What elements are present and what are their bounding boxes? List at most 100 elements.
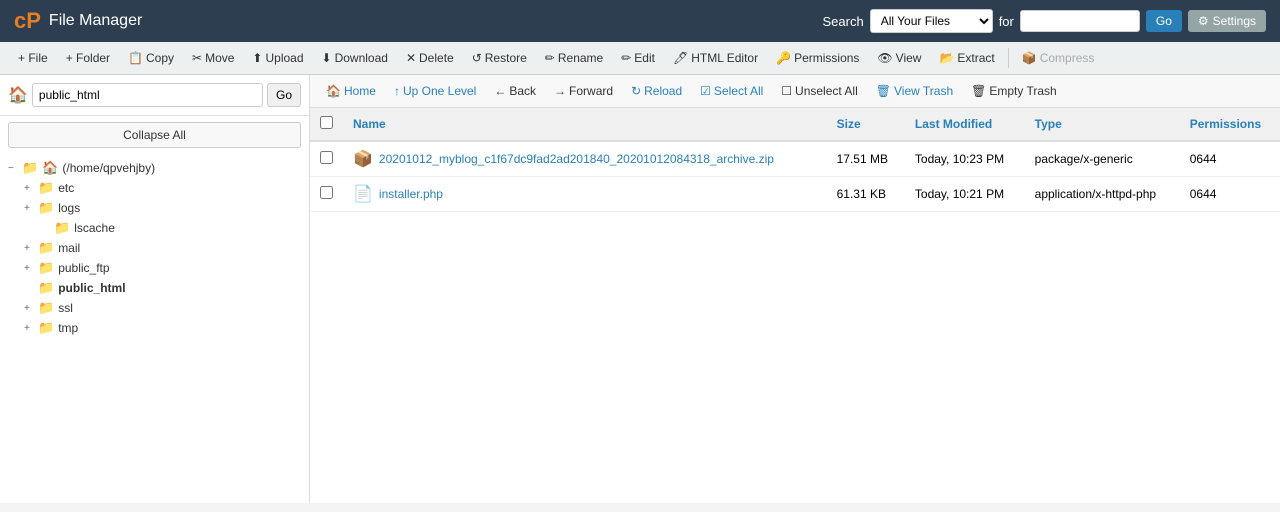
view-button[interactable]: 👁 View [869,47,929,69]
row-size-1: 61.31 KB [827,177,905,212]
tree-item-tmp[interactable]: + 📁 tmp [24,318,301,338]
column-name[interactable]: Name [343,108,827,141]
search-label: Search [822,14,863,29]
tree-label-lscache: lscache [74,221,115,235]
row-modified-1: Today, 10:21 PM [905,177,1025,212]
file-name-link-0[interactable]: 20201012_myblog_c1f67dc9fad2ad201840_202… [379,152,774,166]
sidebar-search: 🏠 Go [0,75,309,116]
sidebar: 🏠 Go Collapse All − 📁 🏠 (/home/qpvehjby)… [0,75,310,503]
cpanel-logo: cP [14,8,41,34]
new-file-button[interactable]: + File [10,47,56,69]
table-row: 📄 installer.php 61.31 KB Today, 10:21 PM… [310,177,1280,212]
toolbar: + File + Folder 📋 Copy ✂ Move ⬆ Upload ⬇… [0,42,1280,75]
row-permissions-1: 0644 [1180,177,1280,212]
tree-children-root: + 📁 etc + 📁 logs 📁 lscache [8,178,301,338]
rename-button[interactable]: ✏ Rename [537,47,611,69]
row-type-0: package/x-generic [1025,141,1180,177]
move-button[interactable]: ✂ Move [184,47,242,69]
select-all-checkbox-header[interactable] [310,108,343,141]
main-layout: 🏠 Go Collapse All − 📁 🏠 (/home/qpvehjby)… [0,75,1280,503]
tree-toggle-public-ftp: + [24,263,34,274]
column-size[interactable]: Size [827,108,905,141]
tree-children-logs: 📁 lscache [24,218,301,238]
public-html-folder-icon: 📁 [38,280,54,296]
tree-item-root[interactable]: − 📁 🏠 (/home/qpvehjby) [8,158,301,178]
file-icon-0: 📦 [353,149,373,169]
file-tree: − 📁 🏠 (/home/qpvehjby) + 📁 etc + 📁 logs [0,154,309,503]
row-modified-0: Today, 10:23 PM [905,141,1025,177]
row-permissions-0: 0644 [1180,141,1280,177]
row-checkbox-0[interactable] [310,141,343,177]
search-for-label: for [999,14,1014,29]
mail-folder-icon: 📁 [38,240,54,256]
edit-button[interactable]: ✏ Edit [613,47,663,69]
html-editor-button[interactable]: 🖊 HTML Editor [665,47,766,69]
search-scope-select[interactable]: All Your Files File Names Only File Cont… [870,9,993,33]
home-button[interactable]: 🏠 Home [318,80,384,102]
public-ftp-folder-icon: 📁 [38,260,54,276]
empty-trash-button[interactable]: 🗑 Empty Trash [963,80,1065,102]
tree-item-public-ftp[interactable]: + 📁 public_ftp [24,258,301,278]
tree-item-ssl[interactable]: + 📁 ssl [24,298,301,318]
tree-toggle-etc: + [24,183,34,194]
tree-item-lscache[interactable]: 📁 lscache [40,218,301,238]
upload-button[interactable]: ⬆ Upload [244,47,311,69]
download-button[interactable]: ⬇ Download [314,47,396,69]
row-checkbox-1[interactable] [310,177,343,212]
settings-button[interactable]: ⚙ Settings [1188,10,1266,32]
file-table: Name Size Last Modified Type Permissions… [310,108,1280,503]
tree-label-logs: logs [58,201,80,215]
select-all-button[interactable]: ☑ Select All [692,80,771,102]
column-type[interactable]: Type [1025,108,1180,141]
root-folder-icon: 📁 [22,160,38,176]
tree-item-public-html[interactable]: 📁 public_html [24,278,301,298]
tree-toggle-mail: + [24,243,34,254]
sidebar-go-button[interactable]: Go [267,83,301,107]
tree-item-etc[interactable]: + 📁 etc [24,178,301,198]
logs-folder-icon: 📁 [38,200,54,216]
back-button[interactable]: ← Back [486,80,544,102]
tmp-folder-icon: 📁 [38,320,54,336]
view-trash-button[interactable]: 🗑 View Trash [868,80,961,102]
delete-button[interactable]: ✕ Delete [398,47,462,69]
tree-toggle-logs: + [24,203,34,214]
up-one-level-button[interactable]: ↑ Up One Level [386,80,484,102]
row-name-1: 📄 installer.php [343,177,827,212]
tree-label-root: (/home/qpvehjby) [62,161,155,175]
extract-button[interactable]: 📂 Extract [931,47,1002,69]
tree-item-mail[interactable]: + 📁 mail [24,238,301,258]
column-modified[interactable]: Last Modified [905,108,1025,141]
file-icon-1: 📄 [353,184,373,204]
file-name-link-1[interactable]: installer.php [379,187,443,201]
collapse-all-button[interactable]: Collapse All [8,122,301,148]
row-size-0: 17.51 MB [827,141,905,177]
search-go-button[interactable]: Go [1146,10,1182,32]
reload-button[interactable]: ↻ Reload [623,80,690,102]
nav-bar: 🏠 Home ↑ Up One Level ← Back → Forward ↻… [310,75,1280,108]
tree-label-tmp: tmp [58,321,78,335]
tree-label-public-html: public_html [58,281,125,295]
search-input[interactable] [1020,10,1140,32]
new-folder-button[interactable]: + Folder [58,47,118,69]
restore-button[interactable]: ↺ Restore [464,47,535,69]
search-area: Search All Your Files File Names Only Fi… [822,9,1266,33]
tree-toggle-tmp: + [24,323,34,334]
etc-folder-icon: 📁 [38,180,54,196]
row-type-1: application/x-httpd-php [1025,177,1180,212]
tree-item-logs[interactable]: + 📁 logs [24,198,301,218]
path-input[interactable] [32,83,263,107]
home-nav-icon: 🏠 [8,85,28,105]
column-permissions[interactable]: Permissions [1180,108,1280,141]
compress-button[interactable]: 📦 Compress [1014,47,1103,69]
permissions-button[interactable]: 🔑 Permissions [768,47,867,69]
header: cP File Manager Search All Your Files Fi… [0,0,1280,42]
forward-button[interactable]: → Forward [546,80,621,102]
table-header-row: Name Size Last Modified Type Permissions [310,108,1280,141]
content-area: 🏠 Home ↑ Up One Level ← Back → Forward ↻… [310,75,1280,503]
copy-button[interactable]: 📋 Copy [120,47,182,69]
tree-label-etc: etc [58,181,74,195]
app-title: File Manager [49,12,823,30]
row-name-0: 📦 20201012_myblog_c1f67dc9fad2ad201840_2… [343,141,827,177]
unselect-all-button[interactable]: ☐ Unselect All [773,80,865,102]
tree-toggle-ssl: + [24,303,34,314]
